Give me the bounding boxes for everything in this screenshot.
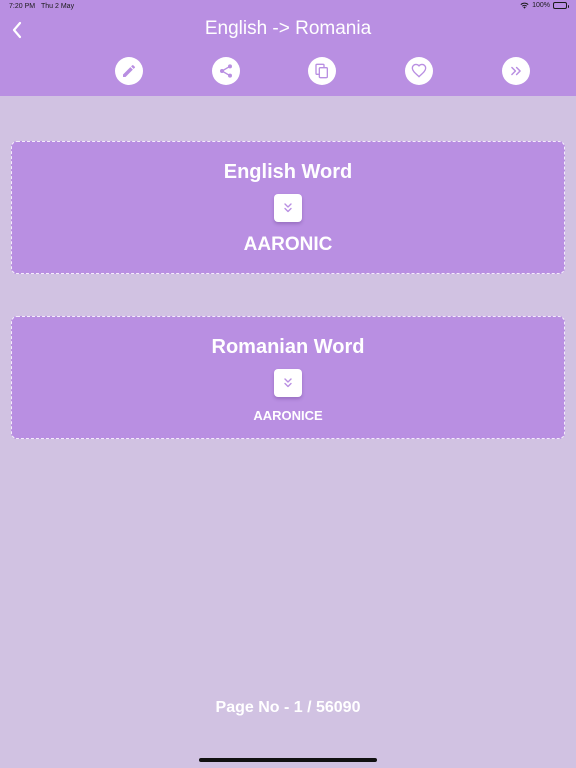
english-word-card: English Word AARONIC (11, 141, 565, 274)
pencil-icon (123, 64, 136, 77)
home-indicator[interactable] (199, 758, 377, 762)
page-title: English -> Romania (204, 18, 372, 39)
double-chevron-right-icon (511, 66, 521, 76)
double-chevron-down-icon (284, 203, 292, 213)
status-date: Thu 2 May (41, 3, 75, 10)
copy-button[interactable] (308, 57, 336, 85)
double-chevron-down-icon (284, 378, 292, 388)
status-indicators: 100% (520, 2, 569, 9)
romanian-word-label: Romanian Word (211, 336, 365, 358)
battery-icon (553, 2, 569, 9)
english-word-label: English Word (223, 161, 353, 183)
edit-button[interactable] (115, 57, 143, 85)
english-word-value: AARONIC (243, 234, 333, 255)
next-button[interactable] (502, 57, 530, 85)
copy-icon (315, 63, 328, 79)
share-button[interactable] (212, 57, 240, 85)
header-bar: 7:20 PM Thu 2 May 100% English -> Romani… (0, 0, 576, 96)
favorite-button[interactable] (405, 57, 433, 85)
share-icon (220, 64, 232, 78)
page-number: Page No - 1 / 56090 (215, 699, 361, 716)
wifi-icon (520, 2, 529, 9)
romanian-expand-button[interactable] (274, 369, 302, 397)
status-time: 7:20 PM (9, 3, 36, 10)
heart-icon (411, 63, 427, 78)
romanian-word-value: AARONICE (253, 408, 323, 423)
battery-percent: 100% (532, 2, 550, 9)
status-bar: 7:20 PM Thu 2 May 100% (0, 0, 576, 14)
romanian-word-card: Romanian Word AARONICE (11, 316, 565, 439)
english-expand-button[interactable] (274, 194, 302, 222)
